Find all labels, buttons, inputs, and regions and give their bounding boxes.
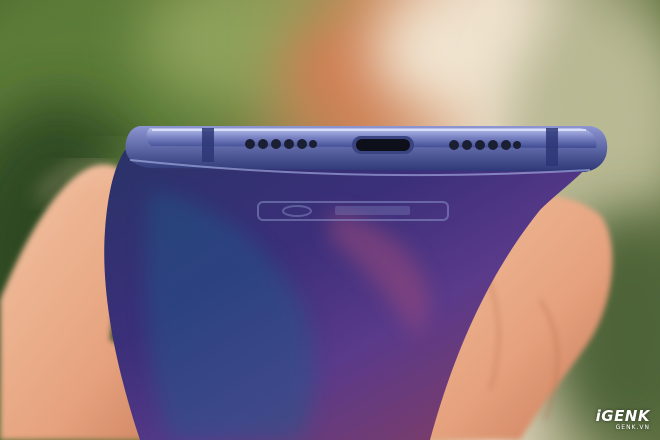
- photo-scene: iGENK GENK.VN: [0, 0, 660, 440]
- watermark: iGENK GENK.VN: [596, 408, 650, 432]
- photo: [0, 0, 660, 440]
- watermark-domain: GENK.VN: [615, 424, 650, 431]
- usb-c-port: [352, 136, 414, 154]
- watermark-brand: iGENK: [595, 407, 650, 425]
